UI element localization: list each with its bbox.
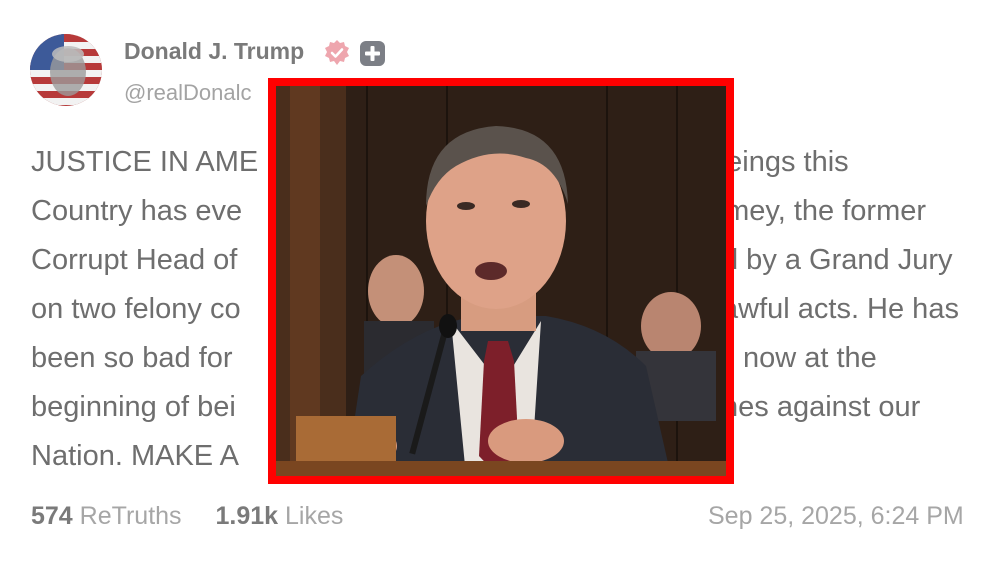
retruths-label[interactable]: ReTruths [80, 502, 182, 530]
post-line-left: beginning of bei [31, 391, 236, 423]
post-line-right: omey, the former [709, 195, 927, 227]
speaker-photo [276, 86, 726, 476]
post-line-left: Corrupt Head of [31, 244, 238, 276]
post-line-right: d by a Grand Jury [722, 244, 953, 276]
author-handle[interactable]: @realDonalc [124, 80, 252, 106]
post-line-left: been so bad for [31, 342, 233, 374]
post-line-left: Country has eve [31, 195, 243, 227]
author-display-name[interactable]: Donald J. Trump [124, 38, 304, 65]
likes-label[interactable]: Likes [285, 502, 343, 530]
avatar-image [30, 34, 102, 106]
verified-badge-icon [325, 40, 349, 65]
post-timestamp[interactable]: Sep 25, 2025, 6:24 PM [708, 502, 964, 531]
post-stats: 574 ReTruths 1.91k Likes [31, 502, 343, 531]
author-avatar[interactable] [30, 34, 102, 106]
post-line-left: on two felony co [31, 293, 241, 325]
post-line-right: awful acts. He has [722, 293, 959, 325]
post-line-right: nes against our [722, 391, 921, 423]
post-line-right: now at the [743, 342, 877, 374]
retruths-count[interactable]: 574 [31, 502, 73, 530]
post-card: Donald J. Trump @realDonalc JUSTICE IN A… [0, 0, 1000, 563]
post-line-left: Nation. MAKE A [31, 440, 239, 472]
plus-badge-icon[interactable] [359, 40, 386, 67]
overlay-photo [268, 78, 734, 484]
post-line-left: JUSTICE IN AME [31, 146, 259, 178]
likes-count[interactable]: 1.91k [215, 502, 278, 530]
